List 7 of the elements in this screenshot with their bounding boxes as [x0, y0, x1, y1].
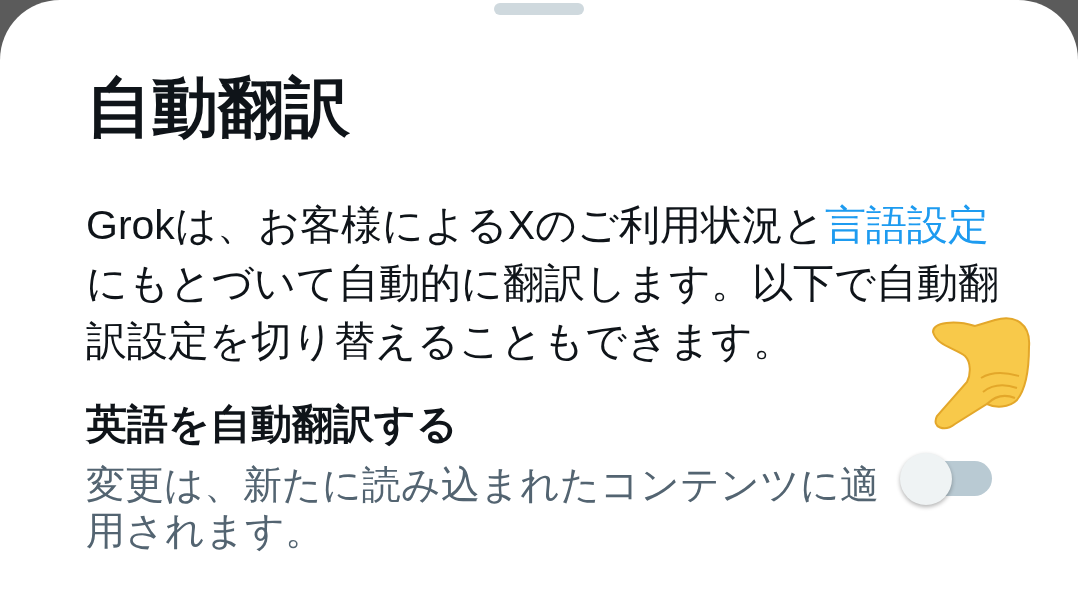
drag-handle[interactable]	[494, 3, 584, 15]
language-settings-link[interactable]: 言語設定	[825, 202, 990, 248]
setting-description: 変更は、新たに読み込まれたコンテンツに適用されます。	[86, 462, 880, 554]
setting-label: 英語を自動翻訳する	[86, 400, 458, 449]
description-text: Grokは、お客様によるXのご利用状況と 言語設定 にもとづいて自動的に翻訳します。以下で自動翻訳設定を切り替えることもできます。	[86, 201, 1000, 366]
sheet-title: 自動翻訳	[86, 69, 350, 146]
toggle-switch[interactable]	[900, 452, 992, 506]
